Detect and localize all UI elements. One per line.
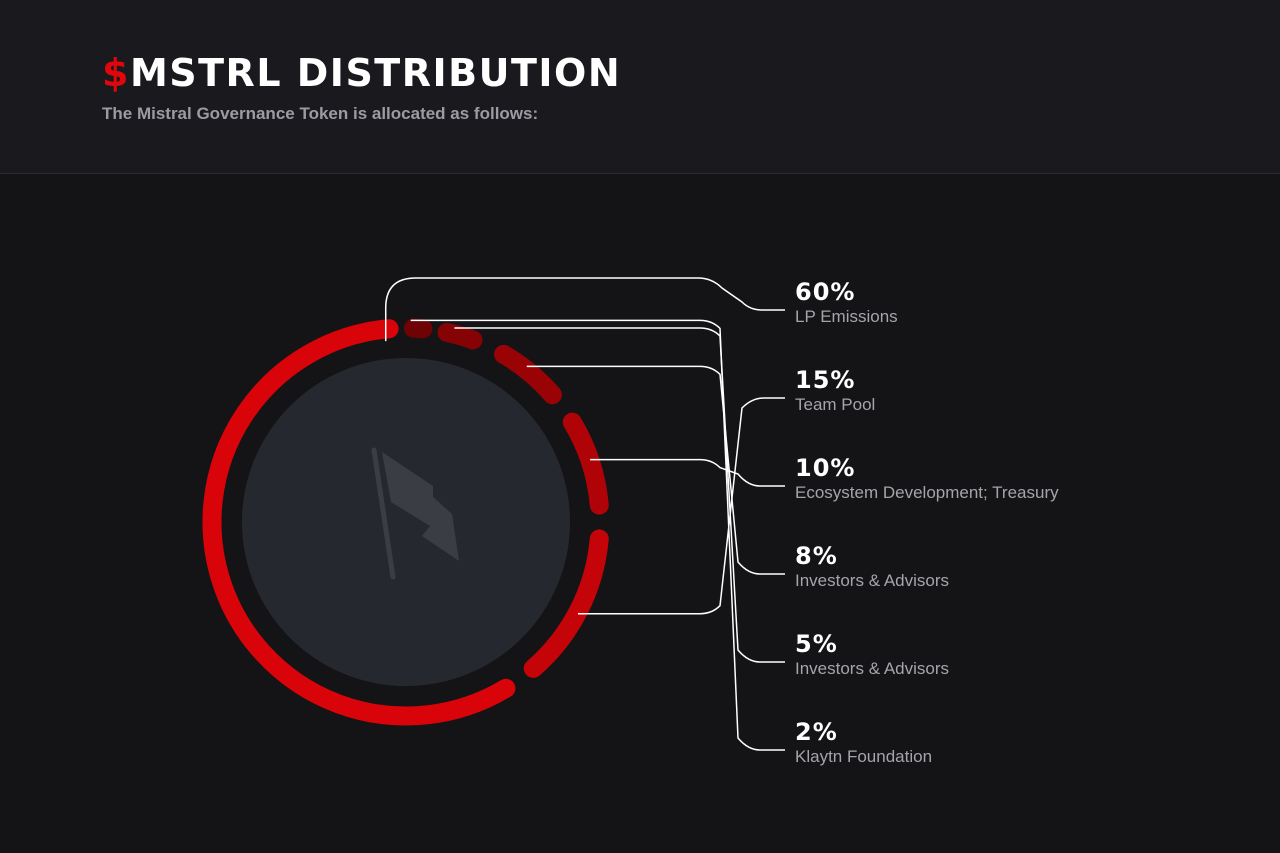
donut-segment <box>403 318 433 339</box>
legend-label: Team Pool <box>795 395 876 414</box>
distribution-donut-chart <box>202 277 785 751</box>
chart-center-disc <box>242 358 570 686</box>
legend-item: 2% Klaytn Foundation <box>795 718 932 768</box>
legend-item: 5% Investors & Advisors <box>795 630 949 680</box>
legend-percent: 60% <box>795 278 856 306</box>
legend-item: 15% Team Pool <box>795 366 875 416</box>
legend-percent: 15% <box>795 366 856 394</box>
legend-percent: 5% <box>795 630 838 658</box>
legend-percent: 8% <box>795 542 838 570</box>
donut-segment <box>494 344 562 405</box>
connector-line <box>590 458 785 487</box>
legend-label: Investors & Advisors <box>795 571 950 590</box>
legend-label: LP Emissions <box>795 307 898 326</box>
connector-line <box>577 397 785 615</box>
donut-segment <box>437 322 483 350</box>
donut-segment <box>562 412 609 515</box>
legend-item: 60% LP Emissions <box>795 278 898 328</box>
legend-label: Klaytn Foundation <box>795 747 933 766</box>
legend-label: Ecosystem Development; Treasury <box>795 483 1059 502</box>
legend-percent: 2% <box>795 718 838 746</box>
legend-label: Investors & Advisors <box>795 659 950 678</box>
legend-item: 10% Ecosystem Development; Treasury <box>795 454 1059 504</box>
legend-percent: 10% <box>795 454 856 482</box>
legend-item: 8% Investors & Advisors <box>795 542 949 592</box>
